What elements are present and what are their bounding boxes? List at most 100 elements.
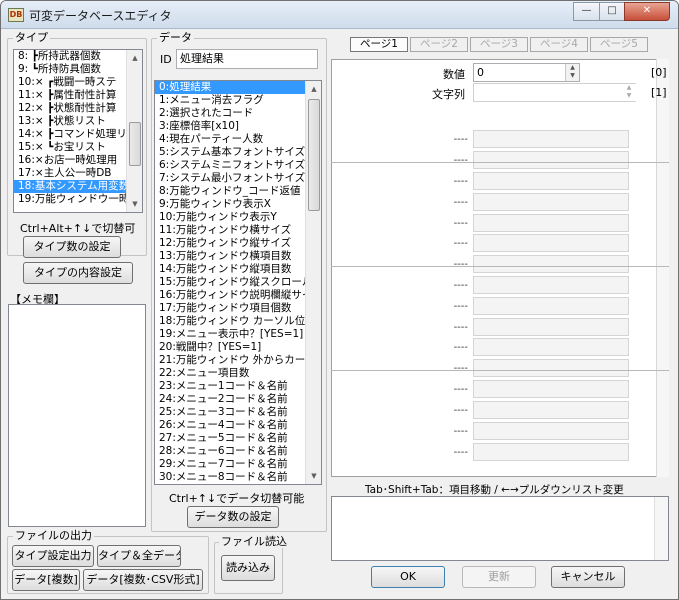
- empty-field-label: ----: [453, 426, 468, 437]
- type-list-item[interactable]: 18:基本システム用変数: [14, 180, 142, 193]
- window-title: 可変データベースエディタ: [29, 9, 172, 23]
- empty-field-slot: [473, 151, 629, 169]
- type-list-item[interactable]: 13:× ┣状態リスト: [14, 115, 142, 128]
- tab-page-2[interactable]: ページ2: [410, 37, 468, 52]
- empty-field-slot: [473, 401, 629, 419]
- data-list-item[interactable]: 23:メニュー1コード＆名前: [155, 380, 321, 393]
- tab-page-4[interactable]: ページ4: [530, 37, 588, 52]
- cancel-button[interactable]: キャンセル: [551, 566, 625, 588]
- data-list-item[interactable]: 12:万能ウィンドウ縦サイズ: [155, 237, 321, 250]
- data-list-item[interactable]: 10:万能ウィンドウ表示Y: [155, 211, 321, 224]
- data-list-item[interactable]: 4:現在パーティー人数: [155, 133, 321, 146]
- field-panel-scrollbar[interactable]: [656, 59, 669, 477]
- type-group-legend: タイプ: [13, 31, 50, 44]
- data-list-item[interactable]: 11:万能ウィンドウ横サイズ: [155, 224, 321, 237]
- type-list-item[interactable]: 14:× ┣コマンド処理リス: [14, 128, 142, 141]
- ok-button[interactable]: OK: [371, 566, 445, 588]
- data-list-item[interactable]: 8:万能ウィンドウ_コード返値: [155, 185, 321, 198]
- id-name-input[interactable]: 処理結果: [176, 49, 318, 69]
- export-data-csv-button[interactable]: データ[複数･CSV形式]: [83, 569, 203, 591]
- string-field-label: 文字列: [432, 88, 465, 101]
- data-list-item[interactable]: 26:メニュー4コード＆名前: [155, 419, 321, 432]
- empty-field-label: ----: [453, 134, 468, 145]
- data-list-item[interactable]: 29:メニュー7コード＆名前: [155, 458, 321, 471]
- data-list-item[interactable]: 1:メニュー消去フラグ: [155, 94, 321, 107]
- scroll-thumb[interactable]: [129, 122, 141, 166]
- data-list-item[interactable]: 28:メニュー6コード＆名前: [155, 445, 321, 458]
- data-list-item[interactable]: 30:メニュー8コード＆名前: [155, 471, 321, 484]
- data-switch-hint: Ctrl+↑↓でデータ切替可能: [169, 492, 305, 505]
- type-list-item[interactable]: 12:× ┣状態耐性計算: [14, 102, 142, 115]
- empty-field-slot: [473, 318, 629, 336]
- data-list-item[interactable]: 14:万能ウィンドウ縦項目数: [155, 263, 321, 276]
- data-list-item[interactable]: 7:システム最小フォントサイズ: [155, 172, 321, 185]
- string-field-scroll-arrows[interactable]: ▲ ▼: [622, 84, 636, 101]
- data-list-item[interactable]: 24:メニュー2コード＆名前: [155, 393, 321, 406]
- export-type-settings-button[interactable]: タイプ設定出力: [12, 545, 94, 567]
- tab-page-1[interactable]: ページ1: [350, 37, 408, 52]
- scroll-down-icon[interactable]: ▼: [306, 468, 321, 484]
- string-value-input[interactable]: [473, 83, 636, 102]
- close-button[interactable]: ✕: [624, 2, 670, 21]
- empty-field-label: ----: [453, 301, 468, 312]
- data-list-item[interactable]: 9:万能ウィンドウ表示X: [155, 198, 321, 211]
- data-list-item[interactable]: 20:戦闘中？[YES=1]: [155, 341, 321, 354]
- tab-page-5[interactable]: ページ5: [590, 37, 648, 52]
- data-list-scrollbar[interactable]: ▲ ▼: [305, 81, 321, 484]
- empty-field-slot: [473, 276, 629, 294]
- type-list-item[interactable]: 11:× ┣属性耐性計算: [14, 89, 142, 102]
- set-type-count-button[interactable]: タイプ数の設定: [23, 236, 121, 258]
- set-data-count-button[interactable]: データ数の設定: [187, 506, 279, 528]
- data-list-item[interactable]: 25:メニュー3コード＆名前: [155, 406, 321, 419]
- data-list-item[interactable]: 16:万能ウィンドウ説明欄縦サイ: [155, 289, 321, 302]
- set-type-content-button[interactable]: タイプの内容設定: [23, 262, 133, 284]
- type-list-item[interactable]: 9: ┗所持防具個数: [14, 63, 142, 76]
- data-list-item[interactable]: 18:万能ウィンドウ カーソル位置: [155, 315, 321, 328]
- empty-field-label: ----: [453, 384, 468, 395]
- description-box[interactable]: [331, 496, 669, 561]
- scroll-up-icon[interactable]: ▲: [127, 50, 142, 66]
- type-list-item[interactable]: 10:× ┏戦闘一時ステ: [14, 76, 142, 89]
- data-list-item[interactable]: 22:メニュー項目数: [155, 367, 321, 380]
- scroll-thumb[interactable]: [308, 99, 320, 211]
- data-list-item[interactable]: 0:処理結果: [155, 81, 321, 94]
- data-list-item[interactable]: 21:万能ウィンドウ 外からカーソ: [155, 354, 321, 367]
- update-button[interactable]: 更新: [462, 566, 536, 588]
- type-list-item[interactable]: 16:×お店一時処理用: [14, 154, 142, 167]
- empty-field-slot: [473, 443, 629, 461]
- data-list-item[interactable]: 17:万能ウィンドウ項目個数: [155, 302, 321, 315]
- empty-field-label: ----: [453, 238, 468, 249]
- type-list-item[interactable]: 19:万能ウィンドウ一時DB: [14, 193, 142, 206]
- data-list-item[interactable]: 13:万能ウィンドウ横項目数: [155, 250, 321, 263]
- data-list-item[interactable]: 2:選択されたコード: [155, 107, 321, 120]
- type-list-scrollbar[interactable]: ▲ ▼: [126, 50, 142, 212]
- empty-field-label: ----: [453, 259, 468, 270]
- type-list-item[interactable]: 8: ┣所持武器個数: [14, 50, 142, 63]
- data-list-item[interactable]: 6:システムミニフォントサイズ: [155, 159, 321, 172]
- scroll-up-icon[interactable]: ▲: [306, 81, 321, 97]
- export-type-and-all-data-button[interactable]: タイプ＆全データ: [97, 545, 181, 567]
- data-list-item[interactable]: 3:座標倍率[x10]: [155, 120, 321, 133]
- type-list-item[interactable]: 15:× ┗お宝リスト: [14, 141, 142, 154]
- minimize-button[interactable]: —: [573, 2, 600, 21]
- file-read-legend: ファイル読込: [219, 535, 289, 548]
- numeric-spinner[interactable]: ▲ ▼: [565, 64, 579, 81]
- data-list-item[interactable]: 5:システム基本フォントサイズ: [155, 146, 321, 159]
- type-list-item[interactable]: 17:×主人公一時DB: [14, 167, 142, 180]
- data-list-item[interactable]: 27:メニュー5コード＆名前: [155, 432, 321, 445]
- export-data-multiple-button[interactable]: データ[複数]: [12, 569, 80, 591]
- data-list-item[interactable]: 19:メニュー表示中？[YES=1]: [155, 328, 321, 341]
- scroll-down-icon[interactable]: ▼: [127, 196, 142, 212]
- type-list[interactable]: 8: ┣所持武器個数 9: ┗所持防具個数 10:× ┏戦闘一時ステ 11:× ┣属性…: [13, 49, 143, 213]
- maximize-button[interactable]: □: [599, 2, 625, 21]
- load-file-button[interactable]: 読み込み: [221, 555, 275, 581]
- numeric-value-input[interactable]: 0: [473, 63, 580, 82]
- tab-page-3[interactable]: ページ3: [470, 37, 528, 52]
- data-list-item[interactable]: 15:万能ウィンドウ縦スクロール[: [155, 276, 321, 289]
- description-scrollbar[interactable]: [654, 497, 668, 560]
- empty-field-label: ----: [453, 322, 468, 333]
- data-list[interactable]: 0:処理結果 1:メニュー消去フラグ 2:選択されたコード 3:座標倍率[x10] 4:…: [154, 80, 322, 485]
- empty-field-slot: [473, 255, 629, 273]
- memo-textarea[interactable]: [8, 304, 146, 527]
- field-group-divider: [331, 370, 669, 371]
